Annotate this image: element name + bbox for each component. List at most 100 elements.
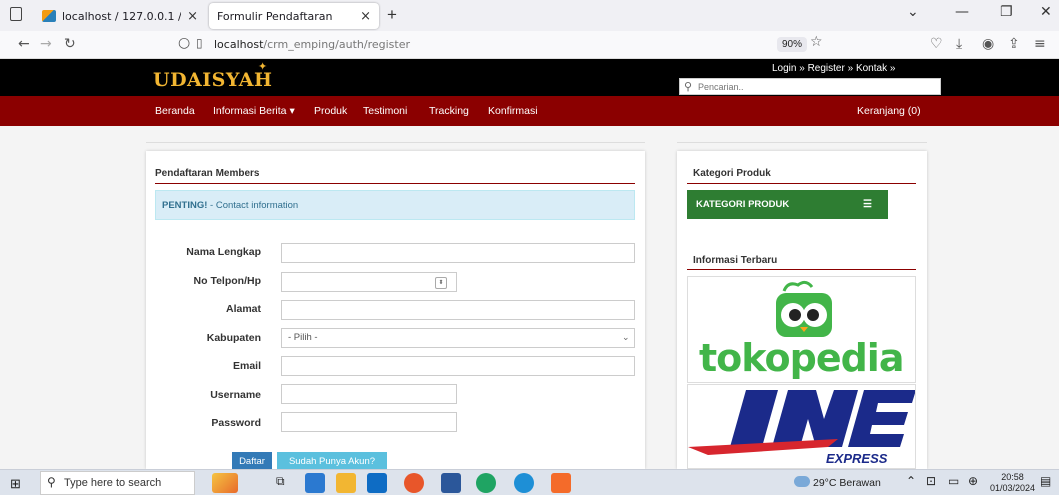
kabupaten-selected: - Pilih - bbox=[288, 332, 318, 343]
notification-icon[interactable]: ▤ bbox=[1040, 474, 1051, 488]
word-icon[interactable] bbox=[441, 473, 461, 493]
url-host: localhost bbox=[214, 38, 264, 51]
label-username: Username bbox=[210, 389, 261, 401]
windows-taskbar: ⊞ ⚲ Type here to search ⧉ 29°C Berawan ⌃… bbox=[0, 469, 1059, 495]
store-icon[interactable] bbox=[336, 473, 356, 493]
label-password: Password bbox=[211, 417, 261, 429]
alamat-input[interactable] bbox=[281, 300, 635, 320]
menu-item-produk[interactable]: Produk bbox=[314, 105, 347, 117]
bookmark-star-icon[interactable]: ☆ bbox=[810, 34, 823, 50]
nama-lengkap-input[interactable] bbox=[281, 243, 635, 263]
number-spinner-icon[interactable]: ⬍ bbox=[435, 277, 447, 289]
reload-icon[interactable]: ↻ bbox=[64, 36, 76, 52]
site-header: UDAISYAH ✦ Login » Register » Kontak » ⚲ bbox=[0, 59, 1059, 96]
search-icon: ⚲ bbox=[684, 81, 693, 93]
main-menu: Beranda Informasi Berita ▾ Produk Testim… bbox=[0, 96, 1059, 126]
back-arrow-icon[interactable]: ← bbox=[18, 36, 30, 52]
search-icon: ⚲ bbox=[47, 475, 56, 489]
title-underline bbox=[687, 183, 916, 184]
menu-hamburger-icon[interactable]: ≡ bbox=[1034, 36, 1046, 52]
tab-overflow-chevron-icon[interactable]: ⌄ bbox=[907, 4, 919, 20]
zoom-indicator[interactable]: 90% bbox=[777, 37, 808, 52]
taskbar-search-placeholder: Type here to search bbox=[64, 477, 162, 489]
network-icon[interactable]: ⊡ bbox=[926, 474, 936, 488]
firefox-icon[interactable] bbox=[404, 473, 424, 493]
menu-item-tracking[interactable]: Tracking bbox=[429, 105, 469, 117]
label-kabupaten: Kabupaten bbox=[206, 332, 261, 344]
menu-item-beranda[interactable]: Beranda bbox=[155, 105, 195, 117]
show-hidden-icons-icon[interactable]: ⌃ bbox=[906, 474, 916, 488]
label-nama-lengkap: Nama Lengkap bbox=[186, 246, 261, 258]
kategori-produk-button[interactable]: KATEGORI PRODUK ☰ bbox=[687, 190, 888, 219]
task-view-icon[interactable]: ⧉ bbox=[276, 474, 285, 489]
tab-formulir-pendaftaran[interactable]: Formulir Pendaftaran × bbox=[209, 3, 379, 29]
taskbar-widget-icon[interactable] bbox=[212, 473, 238, 493]
browser-navbar: ← → ↻ ○ ▯ localhost/crm_emping/auth/regi… bbox=[0, 31, 1059, 59]
page-icon: ▯ bbox=[196, 36, 203, 50]
maximize-button[interactable]: ❐ bbox=[1000, 4, 1013, 20]
alert-text: - Contact information bbox=[207, 200, 299, 211]
divider bbox=[677, 142, 927, 143]
cart-link[interactable]: Keranjang (0) bbox=[857, 105, 921, 117]
phpmyadmin-favicon-icon bbox=[42, 10, 56, 22]
tab-list-icon[interactable] bbox=[10, 7, 22, 21]
weather-cloud-icon bbox=[794, 476, 810, 487]
url-bar[interactable]: localhost/crm_emping/auth/register bbox=[214, 38, 410, 51]
menu-item-informasi-berita[interactable]: Informasi Berita ▾ bbox=[213, 105, 295, 117]
logo-star-icon: ✦ bbox=[258, 61, 268, 73]
title-underline bbox=[687, 269, 916, 270]
taskbar-search[interactable]: ⚲ Type here to search bbox=[40, 471, 195, 495]
extensions-icon[interactable]: ⇪ bbox=[1008, 36, 1020, 52]
file-explorer-icon[interactable] bbox=[305, 473, 325, 493]
alert-info: PENTING! - Contact information bbox=[155, 190, 635, 220]
tab-title: localhost / 127.0.0.1 / crm_emp bbox=[62, 9, 181, 23]
label-alamat: Alamat bbox=[225, 303, 261, 315]
search-input[interactable] bbox=[698, 80, 936, 93]
tab-title: Formulir Pendaftaran bbox=[217, 9, 333, 23]
top-links[interactable]: Login » Register » Kontak » bbox=[772, 63, 895, 74]
search-box: ⚲ bbox=[679, 78, 941, 95]
weather-text[interactable]: 29°C Berawan bbox=[813, 477, 881, 489]
tab-close-icon[interactable]: × bbox=[360, 9, 371, 24]
mail-icon[interactable] bbox=[367, 473, 387, 493]
tab-phpmyadmin[interactable]: localhost / 127.0.0.1 / crm_emp × bbox=[34, 3, 206, 29]
tab-close-icon[interactable]: × bbox=[187, 9, 198, 24]
list-icon: ☰ bbox=[863, 199, 872, 210]
taskbar-clock[interactable]: 20:58 01/03/2024 bbox=[990, 472, 1035, 494]
username-input[interactable] bbox=[281, 384, 457, 404]
battery-icon[interactable]: ▭ bbox=[948, 474, 959, 488]
menu-item-testimoni[interactable]: Testimoni bbox=[363, 105, 407, 117]
xampp-icon[interactable] bbox=[551, 473, 571, 493]
kategori-produk-label: KATEGORI PRODUK bbox=[696, 199, 790, 210]
close-window-button[interactable]: ✕ bbox=[1040, 4, 1052, 20]
download-icon[interactable]: ⤓ bbox=[956, 36, 962, 52]
label-no-telpon: No Telpon/Hp bbox=[193, 275, 261, 287]
pocket-icon[interactable]: ♡ bbox=[930, 36, 943, 52]
kabupaten-select[interactable]: - Pilih - bbox=[281, 328, 635, 348]
jne-banner[interactable]: EXPRESS bbox=[687, 384, 916, 469]
account-icon[interactable]: ◉ bbox=[982, 36, 994, 52]
edge-icon[interactable] bbox=[514, 473, 534, 493]
no-telpon-input[interactable] bbox=[281, 272, 457, 292]
email-input[interactable] bbox=[281, 356, 635, 376]
label-email: Email bbox=[232, 360, 261, 372]
alert-strong: PENTING! bbox=[162, 200, 208, 211]
forward-arrow-icon[interactable]: → bbox=[40, 36, 52, 52]
divider bbox=[146, 142, 645, 143]
minimize-button[interactable]: — bbox=[955, 4, 969, 20]
menu-item-konfirmasi[interactable]: Konfirmasi bbox=[488, 105, 538, 117]
jne-express-text: EXPRESS bbox=[826, 451, 888, 466]
site-logo[interactable]: UDAISYAH bbox=[153, 69, 272, 91]
clock-date: 01/03/2024 bbox=[990, 483, 1036, 493]
password-input[interactable] bbox=[281, 412, 457, 432]
chrome-icon[interactable] bbox=[476, 473, 496, 493]
new-tab-button[interactable]: + bbox=[387, 5, 397, 25]
tokopedia-wordmark: tokopedia bbox=[699, 336, 904, 380]
shield-icon[interactable]: ○ bbox=[178, 35, 190, 51]
url-path: /crm_emping/auth/register bbox=[263, 38, 410, 51]
windows-start-icon[interactable]: ⊞ bbox=[10, 476, 21, 492]
tokopedia-banner[interactable]: tokopedia bbox=[687, 276, 916, 383]
informasi-title: Informasi Terbaru bbox=[693, 255, 778, 266]
form-title: Pendaftaran Members bbox=[155, 168, 260, 179]
language-icon[interactable]: ⊕ bbox=[968, 474, 978, 488]
